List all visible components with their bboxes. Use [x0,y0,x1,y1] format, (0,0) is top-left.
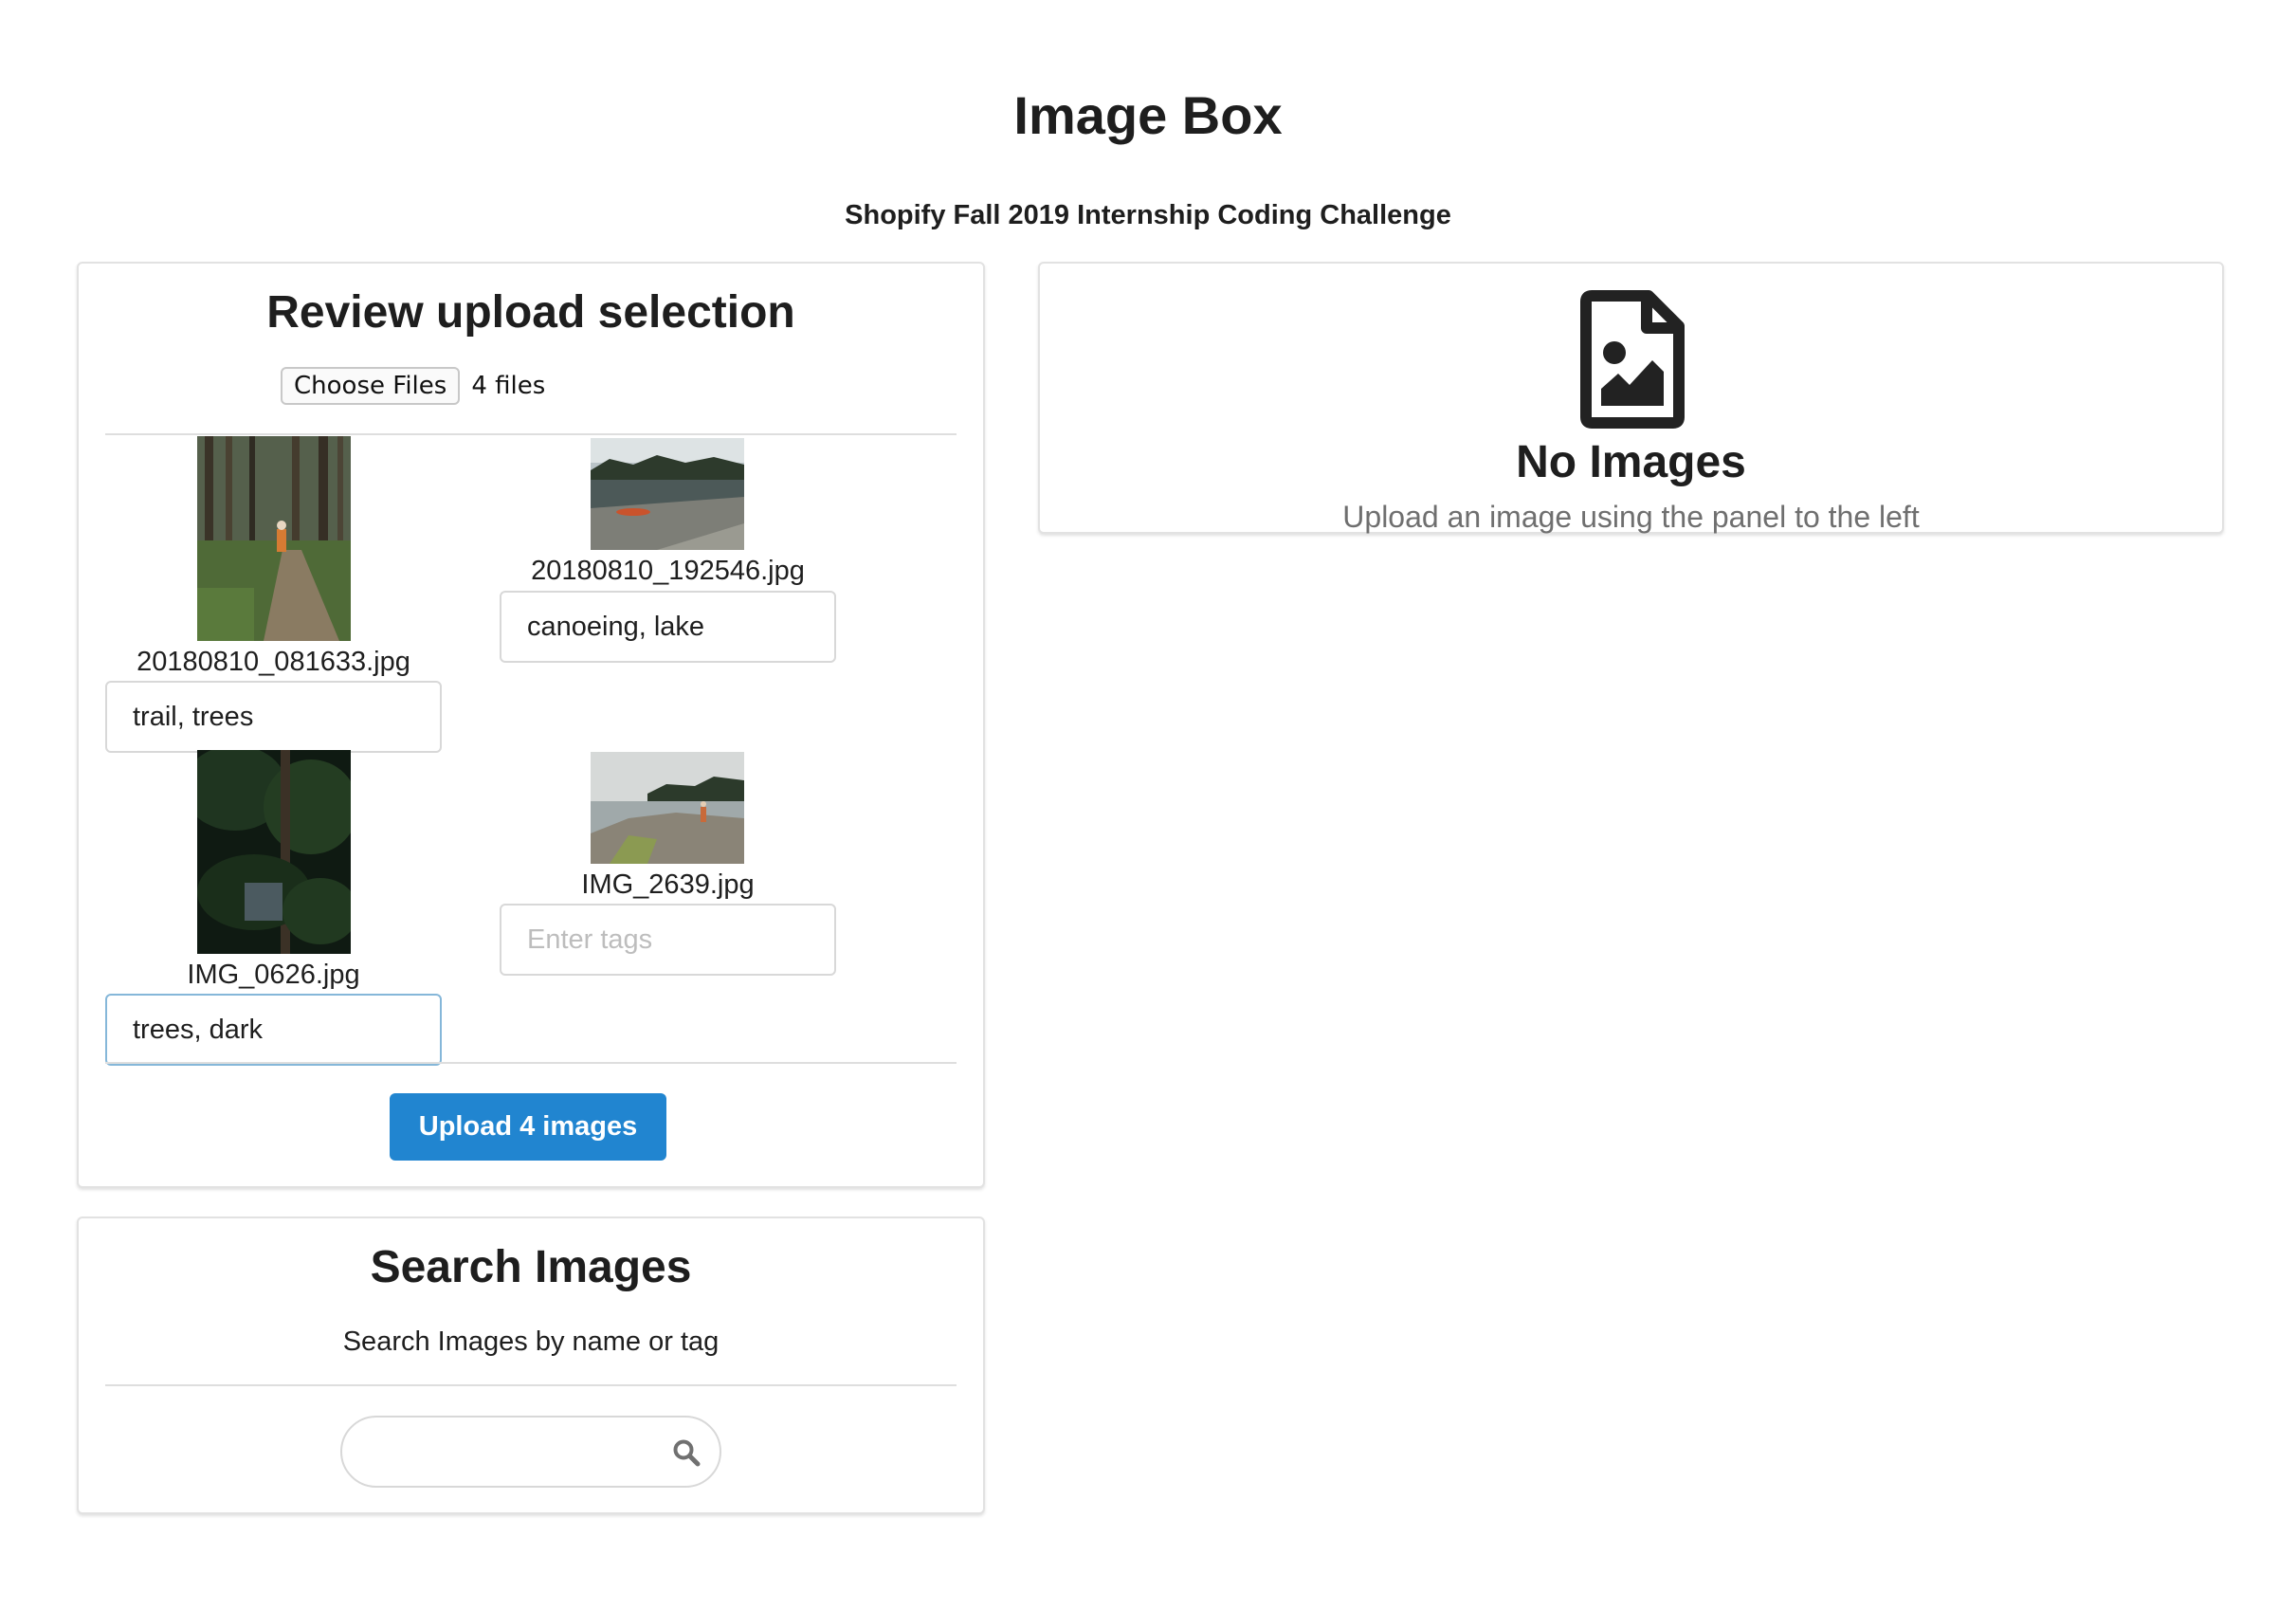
page-title: Image Box [1013,85,1283,145]
upload-panel-title: Review upload selection [266,287,795,338]
tags-input[interactable] [500,904,836,976]
tags-input[interactable] [500,591,836,663]
empty-state-header: No Images [1516,437,1746,487]
image-thumbnail [591,752,744,864]
image-thumbnail [197,436,351,641]
file-chooser: Choose Files 4 files [281,367,545,405]
empty-state-message: Upload an image using the panel to the l… [1342,500,1920,534]
shoreline-thumbnail [591,752,744,864]
tags-input[interactable] [105,994,442,1066]
image-thumbnail [197,750,351,954]
divider [105,433,957,435]
file-image-icon [1580,290,1685,429]
forest-trail-thumbnail [197,436,351,641]
gallery-panel: No Images Upload an image using the pane… [1038,262,2224,534]
choose-files-button[interactable]: Choose Files [281,367,461,405]
search-panel: Search Images Search Images by name or t… [77,1217,985,1514]
upload-images-button[interactable]: Upload 4 images [390,1093,666,1161]
divider [105,1384,957,1386]
tags-input[interactable] [105,681,442,753]
image-filename: 20180810_192546.jpg [531,556,805,586]
image-filename: IMG_0626.jpg [187,960,360,990]
search-input[interactable] [367,1427,655,1478]
image-filename: 20180810_081633.jpg [137,647,410,677]
file-count-label: 4 files [471,372,546,400]
image-thumbnail [591,438,744,550]
search-box [340,1416,721,1488]
dark-trees-thumbnail [197,750,351,954]
divider [105,1062,957,1064]
page-subtitle: Shopify Fall 2019 Internship Coding Chal… [845,200,1451,230]
search-icon[interactable] [672,1438,701,1467]
search-panel-title: Search Images [370,1242,692,1292]
lake-thumbnail [591,438,744,550]
upload-panel: Review upload selection Choose Files 4 f… [77,262,985,1188]
search-description: Search Images by name or tag [342,1326,720,1357]
image-filename: IMG_2639.jpg [581,869,755,900]
